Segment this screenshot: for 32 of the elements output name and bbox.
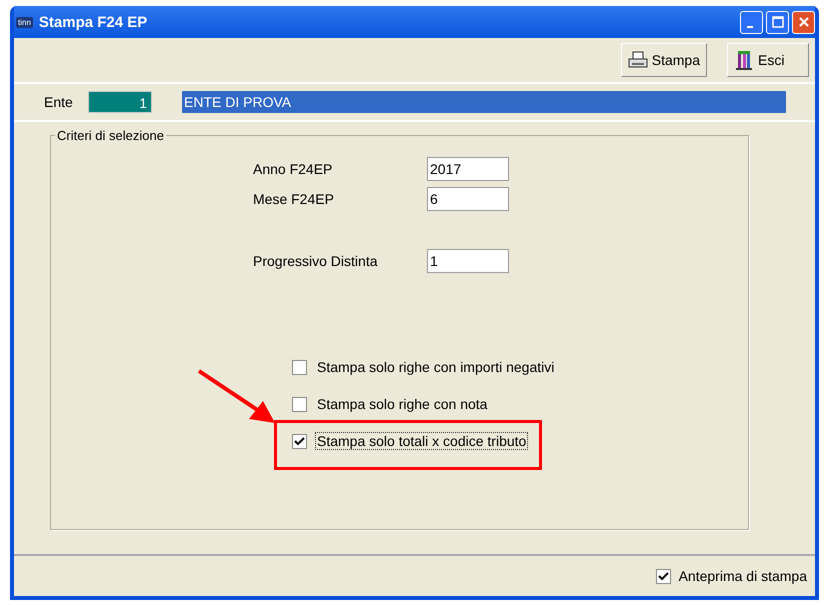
checkmark-icon (294, 436, 305, 446)
app-badge: tinn (16, 16, 33, 28)
field-label: Anno F24EP (253, 161, 334, 177)
input-field[interactable]: 2017 (427, 157, 509, 181)
maximize-button[interactable] (766, 10, 789, 34)
maximize-icon (772, 16, 784, 28)
group-title: Criteri di selezione (56, 128, 165, 143)
printer-icon (628, 51, 648, 69)
checkbox[interactable] (292, 360, 307, 374)
ente-code-field[interactable]: 1 (88, 91, 152, 113)
close-icon (798, 16, 810, 28)
checkbox[interactable] (292, 396, 307, 412)
input-field[interactable]: 1 (427, 249, 509, 273)
ente-name-field: ENTE DI PROVA (182, 91, 786, 113)
checkbox-label[interactable]: Anteprima di stampa (676, 567, 809, 585)
field-label: Progressivo Distinta (253, 253, 378, 269)
checkbox[interactable] (292, 434, 307, 448)
ente-label: Ente (44, 94, 74, 110)
window-title: Stampa F24 EP (38, 14, 148, 30)
minimize-button[interactable] (740, 10, 763, 34)
print-button[interactable]: Stampa (620, 43, 707, 77)
field-label: Mese F24EP (253, 191, 335, 207)
input-field[interactable]: 6 (427, 187, 509, 211)
close-button[interactable] (792, 10, 815, 34)
checkbox-label[interactable]: Stampa solo totali x codice tributo (315, 432, 528, 450)
checkbox-label[interactable]: Stampa solo righe con nota (315, 395, 490, 413)
checkbox-label[interactable]: Stampa solo righe con importi negativi (315, 358, 556, 376)
exit-button[interactable]: Esci (727, 43, 809, 77)
checkmark-icon (658, 570, 669, 582)
door-icon (734, 50, 754, 70)
checkbox[interactable] (656, 568, 671, 584)
minimize-icon (746, 26, 752, 28)
